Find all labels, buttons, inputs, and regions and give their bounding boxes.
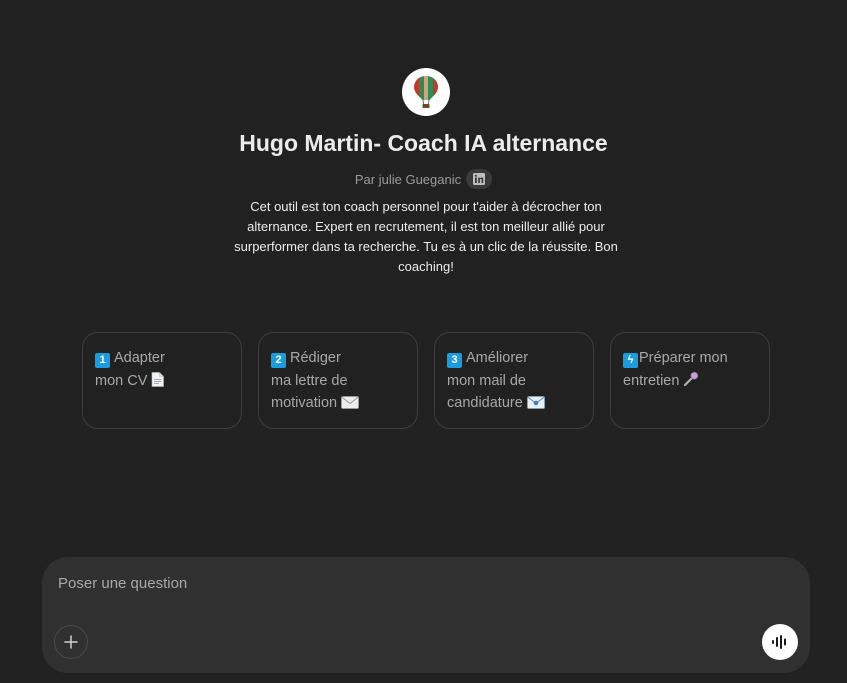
starter-line: Rédiger xyxy=(290,350,341,366)
gpt-avatar xyxy=(402,68,450,116)
starter-line: entretien xyxy=(623,372,680,389)
lightning-keycap-icon: ϟ xyxy=(623,353,638,368)
keycap-3-icon: 3 xyxy=(447,353,462,368)
voice-waveform-icon xyxy=(772,635,786,649)
keycap-2-icon: 2 xyxy=(271,353,286,368)
starter-line: Préparer mon xyxy=(639,350,728,366)
starter-line: motivation xyxy=(271,395,338,411)
plus-icon xyxy=(64,635,78,649)
add-attachment-button[interactable] xyxy=(54,625,88,659)
gpt-byline: Par julie Gueganic xyxy=(0,169,847,189)
composer xyxy=(42,557,810,673)
starter-preparer-entretien[interactable]: ϟ Préparer mon entretien xyxy=(610,332,770,429)
gpt-title: Hugo Martin- Coach IA alternance xyxy=(239,130,608,156)
linkedin-link[interactable] xyxy=(466,169,493,189)
envelope-icon xyxy=(341,394,359,417)
starter-line: mon mail de xyxy=(447,372,526,389)
author-name: Par julie Gueganic xyxy=(354,171,462,187)
starter-line: Améliorer xyxy=(466,350,529,366)
document-icon xyxy=(151,371,165,395)
voice-mode-button[interactable] xyxy=(762,624,798,660)
email-incoming-icon xyxy=(526,394,545,417)
gpt-description: Cet outil est ton coach personnel pour t… xyxy=(234,199,618,274)
starter-line: Adapter xyxy=(114,350,165,366)
hot-air-balloon-icon xyxy=(414,76,438,108)
starter-rediger-lettre[interactable]: 2 Rédiger ma lettre de motivation xyxy=(258,332,418,429)
conversation-starters: 1 Adapter mon CV 2 Rédiger ma lettre de mo… xyxy=(82,332,770,429)
starter-line: candidature xyxy=(447,395,523,411)
message-input[interactable] xyxy=(58,571,738,595)
starter-line: ma lettre de xyxy=(271,372,348,389)
starter-line: mon CV xyxy=(95,372,148,389)
microphone-icon xyxy=(683,371,699,395)
starter-ameliorer-mail[interactable]: 3 Améliorer mon mail de candidature xyxy=(434,332,594,429)
linkedin-icon xyxy=(473,173,486,185)
keycap-1-icon: 1 xyxy=(95,353,110,368)
starter-adapter-cv[interactable]: 1 Adapter mon CV xyxy=(82,332,242,429)
gpt-home: Hugo Martin- Coach IA alternance Par jul… xyxy=(0,0,847,683)
